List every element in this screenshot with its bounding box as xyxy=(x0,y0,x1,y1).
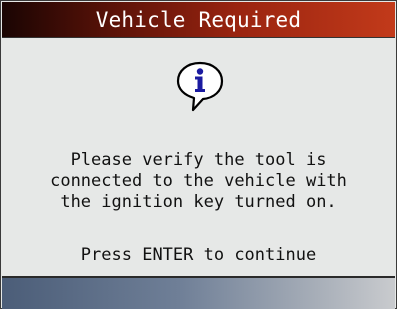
message-panel: Please verify the tool is connected to t… xyxy=(2,38,395,276)
continue-prompt: Press ENTER to continue xyxy=(80,245,317,265)
message-line-3: the ignition key turned on. xyxy=(60,192,337,212)
bottom-bar xyxy=(2,278,395,309)
message-line-1: Please verify the tool is xyxy=(70,150,327,170)
scan-tool-screen: Vehicle Required Please verify the tool … xyxy=(0,0,397,309)
info-icon xyxy=(176,61,224,112)
title-bar: Vehicle Required xyxy=(2,2,395,38)
message-line-2: connected to the vehicle with xyxy=(50,171,347,191)
screen-title: Vehicle Required xyxy=(95,7,302,32)
